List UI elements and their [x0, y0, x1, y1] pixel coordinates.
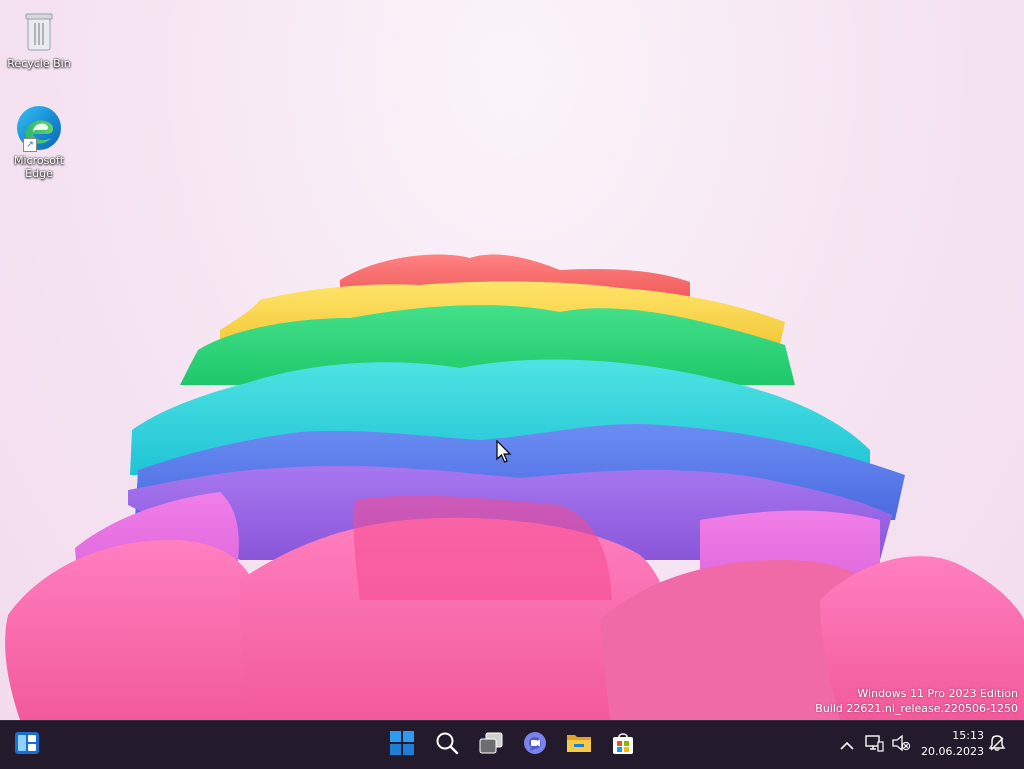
- teams-chat-icon: [523, 731, 547, 759]
- desktop: Recycle Bin ↗ Microsoft Edge Windows 11 …: [0, 0, 1024, 720]
- file-explorer-button[interactable]: [562, 729, 596, 761]
- clock-time: 15:13: [952, 729, 984, 742]
- watermark-build: Build 22621.ni_release.220506-1250: [815, 702, 1018, 715]
- network-button[interactable]: [863, 733, 885, 757]
- task-view-button[interactable]: [474, 729, 508, 761]
- network-icon: [864, 734, 884, 756]
- edge-icon: ↗: [15, 104, 63, 152]
- search-icon: [435, 731, 459, 759]
- wallpaper-bloom: [5, 254, 1024, 720]
- system-clock[interactable]: 15:13 20.06.2023: [921, 728, 984, 760]
- taskbar: 15:13 20.06.2023: [0, 720, 1024, 769]
- widgets-icon: [15, 732, 39, 758]
- volume-button[interactable]: [890, 733, 912, 757]
- task-view-icon: [478, 732, 504, 758]
- clock-date: 20.06.2023: [921, 745, 984, 758]
- microsoft-store-button[interactable]: [606, 729, 640, 761]
- desktop-icon-microsoft-edge[interactable]: ↗ Microsoft Edge: [4, 104, 74, 180]
- start-button[interactable]: [385, 729, 419, 761]
- shortcut-arrow-icon: ↗: [23, 138, 37, 152]
- windows-edition-watermark: Windows 11 Pro 2023 Edition Build 22621.…: [815, 686, 1018, 716]
- show-hidden-icons-button[interactable]: [838, 733, 856, 757]
- desktop-icon-label: Recycle Bin: [7, 57, 71, 70]
- chevron-up-icon: [840, 736, 854, 755]
- widgets-button[interactable]: [10, 729, 44, 761]
- watermark-edition: Windows 11 Pro 2023 Edition: [857, 687, 1018, 700]
- notification-center-button[interactable]: [986, 733, 1008, 757]
- desktop-icon-recycle-bin[interactable]: Recycle Bin: [4, 10, 74, 70]
- notification-icon: [987, 733, 1007, 757]
- chat-button[interactable]: [518, 729, 552, 761]
- desktop-icon-label: Microsoft Edge: [13, 154, 65, 180]
- mouse-cursor-icon: [496, 439, 514, 468]
- search-button[interactable]: [430, 729, 464, 761]
- store-icon: [611, 731, 635, 759]
- folder-icon: [566, 732, 592, 758]
- volume-muted-icon: [891, 734, 911, 756]
- recycle-bin-icon: [4, 10, 74, 55]
- windows-start-icon: [390, 731, 414, 759]
